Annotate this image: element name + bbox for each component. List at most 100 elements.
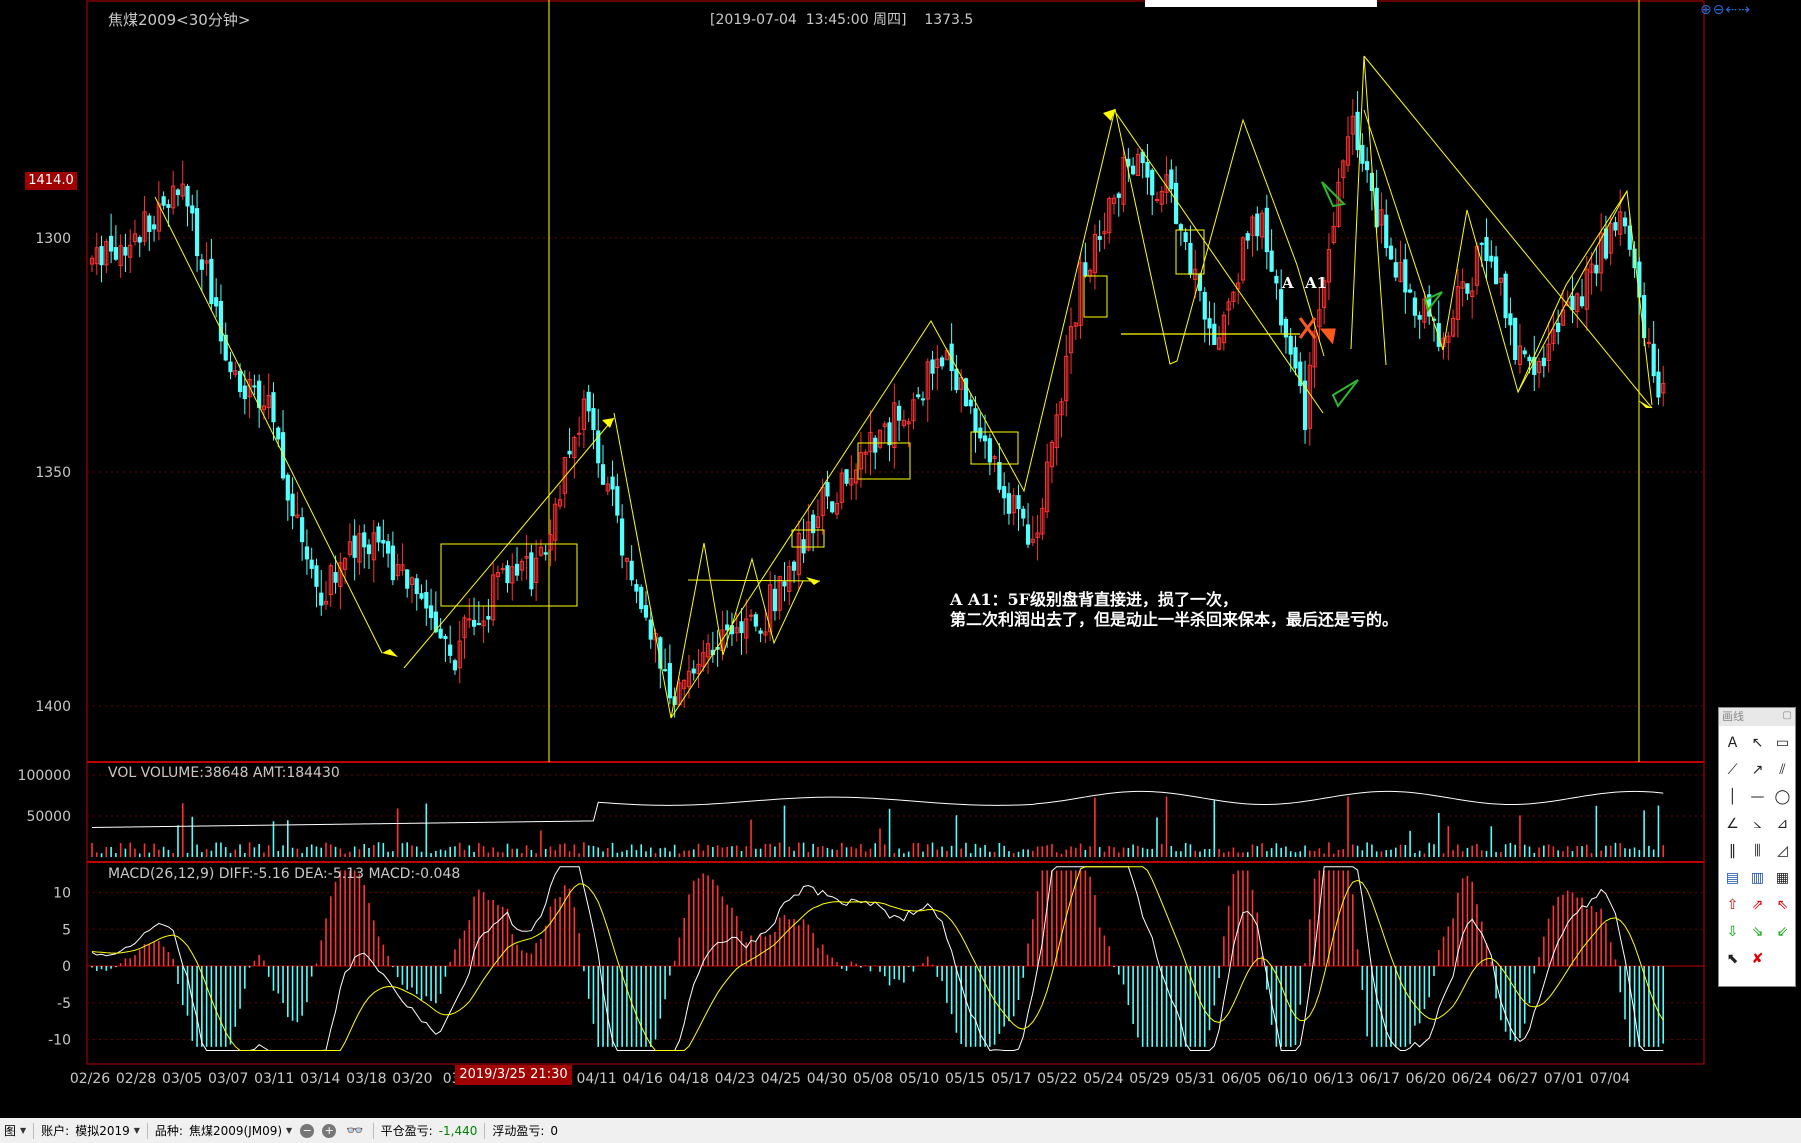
measure-icon[interactable]: ◿ — [1770, 837, 1795, 864]
candle-body — [428, 605, 434, 619]
macd-tick-label: -5 — [57, 996, 71, 1012]
x-tick-label: 06/17 — [1360, 1071, 1400, 1087]
volume-ma-line — [91, 790, 1664, 828]
sell-marker-icon — [1298, 317, 1336, 345]
trend-line — [1363, 109, 1653, 406]
candle-body — [476, 623, 481, 626]
horizontal-line-icon[interactable]: — — [1745, 783, 1770, 810]
candle-body — [1188, 242, 1193, 275]
up-left-arrow-icon[interactable]: ⇖ — [1770, 891, 1795, 918]
candle-body — [1002, 486, 1007, 499]
chart-title: 焦煤2009<30分钟> — [108, 11, 251, 29]
up-arrow-icon — [1331, 379, 1359, 408]
drawing-palette[interactable]: 画线 ▢ A ↖ ▭ ⟋ ↗ ⫽ │ — ◯ ∠ ⦣ ⊿ ‖ ⫼ ◿ ▤ ▥ ▦ ⇧ ⇗ ⇖ ⇩ ⇘ ⇙ ⬉ ✘ — [1718, 707, 1796, 987]
fan-icon[interactable]: ⊿ — [1770, 810, 1795, 837]
candle-body — [314, 565, 319, 587]
top-toolbar-strip[interactable] — [1145, 0, 1377, 7]
candle-body — [920, 398, 926, 401]
candle-body — [1183, 232, 1188, 243]
rectangle-icon[interactable]: ▭ — [1770, 729, 1795, 756]
candle-body — [1622, 217, 1628, 227]
up-right-arrow-icon[interactable]: ⇗ — [1745, 891, 1770, 918]
candle-body — [844, 469, 849, 484]
cursor-icon[interactable]: ⬉ — [1720, 945, 1745, 972]
candle-body — [577, 432, 582, 435]
candle-body — [567, 450, 572, 455]
x-tick-label: 04/16 — [623, 1071, 663, 1087]
candle-body — [1408, 289, 1413, 293]
candle-body — [954, 368, 959, 391]
candle-body — [1360, 144, 1365, 164]
scroll-right-icon[interactable]: ⇢ — [1738, 2, 1751, 18]
scroll-left-icon[interactable]: ⇠ — [1725, 2, 1738, 18]
macd-panel-title: MACD(26,12,9) DIFF:-5.16 DEA:-5.13 MACD:… — [108, 866, 461, 882]
x-tick-label: 05/24 — [1083, 1071, 1123, 1087]
down-right-arrow-icon[interactable]: ⇘ — [1745, 918, 1770, 945]
candle-body — [1264, 207, 1269, 253]
candle-body — [1116, 193, 1121, 198]
candle-body — [505, 565, 510, 584]
account-selector[interactable]: 账户: 模拟2019 ▼ — [37, 1122, 144, 1139]
chevron-down-icon: ▼ — [133, 1126, 140, 1135]
x-tick-label: 06/10 — [1267, 1071, 1307, 1087]
plus-button[interactable]: + — [322, 1123, 337, 1138]
candle-body — [1016, 495, 1021, 510]
candle-body — [1279, 289, 1284, 326]
palette-close-icon[interactable]: ▢ — [1783, 710, 1792, 721]
delete-icon[interactable]: ✘ — [1745, 945, 1770, 972]
candle-body — [748, 614, 754, 617]
down-arrow-icon — [1321, 181, 1347, 208]
up-arrow-icon[interactable]: ⇧ — [1720, 891, 1745, 918]
trend-line — [154, 196, 383, 654]
minus-button[interactable]: − — [300, 1123, 315, 1138]
status-left-stub[interactable]: 图 ▼ — [0, 1122, 30, 1139]
bar-icon-icon[interactable]: ▦ — [1770, 864, 1795, 891]
x-tick-label: 05/15 — [945, 1071, 985, 1087]
price-tick-label: 1300 — [35, 231, 71, 247]
down-arrow-icon[interactable]: ⇩ — [1720, 918, 1745, 945]
gann-icon[interactable]: ⫼ — [1745, 837, 1770, 864]
candle-body — [610, 476, 615, 490]
candle-body — [1522, 350, 1527, 355]
candle-body — [1150, 169, 1155, 196]
candle-body — [1556, 322, 1561, 333]
zoom-in-icon[interactable]: ⊕ — [1700, 2, 1713, 18]
candle-body — [99, 246, 104, 266]
chart-canvas[interactable]: 1400 1350 1300 100000 50000 10 5 0 -5 -10 02/26 02/… — [0, 0, 1801, 1118]
line-segment-icon[interactable]: ⟋ — [1720, 756, 1745, 783]
candle-body — [973, 408, 978, 433]
text-tool-icon[interactable]: A — [1720, 729, 1745, 756]
arrow-line-icon[interactable]: ↖ — [1745, 729, 1770, 756]
vertical-line-icon[interactable]: │ — [1720, 783, 1745, 810]
product-selector[interactable]: 品种: 焦煤2009(JM09) ▼ — [151, 1122, 296, 1139]
x-tick-label: 04/30 — [807, 1071, 847, 1087]
ellipse-icon[interactable]: ◯ — [1770, 783, 1795, 810]
x-tick-label: 04/25 — [761, 1071, 801, 1087]
candle-body — [982, 435, 988, 442]
parallel-icon[interactable]: ⫽ — [1770, 756, 1795, 783]
zoom-controls[interactable]: ⊕⊖⇠⇢ — [1700, 2, 1751, 18]
ray-icon[interactable]: ↗ — [1745, 756, 1770, 783]
note-a-icon[interactable]: ▤ — [1720, 864, 1745, 891]
candle-body — [916, 394, 921, 398]
candle-body — [1489, 255, 1494, 262]
candle-body — [319, 592, 324, 606]
candle-body — [620, 518, 625, 556]
candle-body — [228, 361, 233, 373]
note-b-icon[interactable]: ▥ — [1745, 864, 1770, 891]
angle-icon[interactable]: ∠ — [1720, 810, 1745, 837]
macd-tick-label: 0 — [62, 959, 71, 975]
zoom-out-icon[interactable]: ⊖ — [1713, 2, 1726, 18]
candle-body — [801, 539, 806, 554]
glasses-icon[interactable]: 👓 — [346, 1123, 363, 1139]
annotation-a: A — [1282, 274, 1294, 292]
float-pnl: 浮动盈亏: 0 — [492, 1123, 559, 1139]
angle-left-icon[interactable]: ⦣ — [1745, 810, 1770, 837]
macd-dea-line — [91, 866, 1664, 1052]
candle-body — [1173, 182, 1179, 224]
candle-body — [639, 586, 644, 610]
candle-body — [194, 208, 200, 257]
cycle-lines-icon[interactable]: ‖ — [1720, 837, 1745, 864]
down-left-arrow-icon[interactable]: ⇙ — [1770, 918, 1795, 945]
candle-body — [290, 493, 295, 517]
